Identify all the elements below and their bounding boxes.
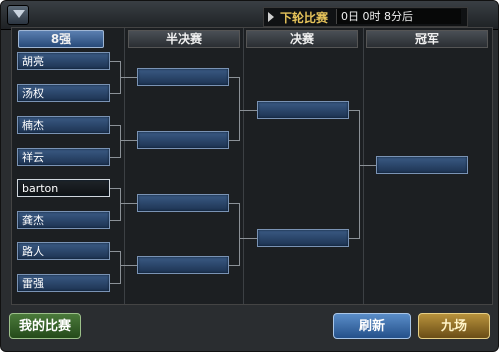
- bracket-line: [110, 188, 120, 189]
- column-header-8[interactable]: 8强: [18, 30, 104, 48]
- bracket-line: [120, 251, 121, 284]
- semifinal-slot[interactable]: [137, 131, 229, 149]
- player-slot[interactable]: 胡亮: [17, 52, 110, 70]
- column-header-champion: 冠军: [366, 30, 488, 48]
- countdown-value: 0日 0时 8分后: [336, 9, 461, 24]
- bracket-line: [229, 265, 239, 266]
- bracket-line: [110, 220, 120, 221]
- player-slot[interactable]: 汤权: [17, 84, 110, 102]
- bracket-line: [120, 188, 121, 221]
- bracket-line: [120, 77, 137, 78]
- bracket-line: [229, 77, 239, 78]
- bracket-line: [110, 251, 120, 252]
- bracket-line: [110, 61, 120, 62]
- bracket-line: [239, 238, 257, 239]
- chars-button[interactable]: 九场: [418, 313, 490, 339]
- bracket-line: [110, 157, 120, 158]
- semifinal-slot[interactable]: [137, 256, 229, 274]
- menu-icon[interactable]: [7, 5, 29, 25]
- player-slot[interactable]: 路人: [17, 242, 110, 260]
- bracket-line: [120, 265, 137, 266]
- player-slot[interactable]: 龚杰: [17, 211, 110, 229]
- semifinal-slot[interactable]: [137, 68, 229, 86]
- semifinal-slot[interactable]: [137, 194, 229, 212]
- column-header-final: 决赛: [246, 30, 358, 48]
- column-divider: [124, 28, 125, 304]
- bracket-line: [120, 125, 121, 158]
- refresh-button[interactable]: 刷新: [333, 313, 411, 339]
- player-slot[interactable]: 祥云: [17, 148, 110, 166]
- column-divider: [363, 28, 364, 304]
- bracket-line: [110, 125, 120, 126]
- bracket-board: 8强 半决赛 决赛 冠军 胡亮 汤权 楠杰 祥云 barton 龚杰 路人 雷强: [11, 27, 493, 305]
- title-bar: 下轮比赛 0日 0时 8分后: [1, 1, 498, 30]
- bracket-line: [349, 110, 359, 111]
- bracket-line: [120, 203, 137, 204]
- final-slot[interactable]: [257, 101, 349, 119]
- next-round-panel: 下轮比赛 0日 0时 8分后: [263, 7, 468, 27]
- next-round-label: 下轮比赛: [280, 11, 329, 25]
- column-divider: [243, 28, 244, 304]
- tournament-window: 下轮比赛 0日 0时 8分后 8强 半决赛 决赛 冠军 胡亮 汤权 楠杰 祥云 …: [0, 0, 499, 352]
- bracket-line: [359, 110, 360, 239]
- bracket-line: [229, 140, 239, 141]
- bracket-line: [110, 93, 120, 94]
- bracket-line: [239, 110, 257, 111]
- player-slot[interactable]: 楠杰: [17, 116, 110, 134]
- bracket-line: [239, 203, 240, 266]
- bracket-line: [120, 140, 137, 141]
- player-slot[interactable]: 雷强: [17, 274, 110, 292]
- final-slot[interactable]: [257, 229, 349, 247]
- bracket-line: [239, 77, 240, 141]
- bracket-line: [349, 238, 359, 239]
- champion-slot[interactable]: [376, 156, 468, 174]
- player-slot-selected[interactable]: barton: [17, 179, 110, 197]
- my-matches-button[interactable]: 我的比赛: [9, 313, 81, 339]
- arrow-right-icon: [268, 12, 274, 22]
- bracket-line: [229, 203, 239, 204]
- bracket-line: [110, 283, 120, 284]
- bracket-line: [359, 165, 376, 166]
- column-header-semifinal: 半决赛: [128, 30, 240, 48]
